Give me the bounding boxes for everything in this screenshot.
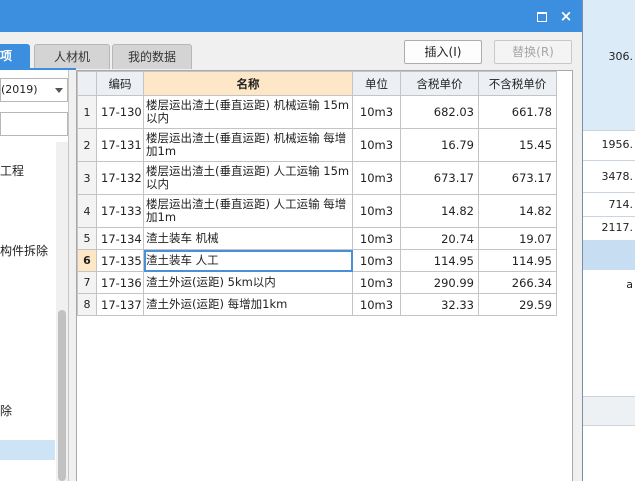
tree-item[interactable]: 构件拆除 xyxy=(0,242,48,259)
unit-cell[interactable]: 10m3 xyxy=(352,194,401,228)
tree-item[interactable]: 除 xyxy=(0,402,12,419)
background-table: 306. 1956. 3478. 714. 2117. a xyxy=(582,0,635,481)
table-row[interactable]: 3 17-132 楼层运出渣土(垂直运距) 人工运输 15m以内 10m3 673.17… xyxy=(77,161,557,195)
code-cell[interactable]: 17-137 xyxy=(96,293,144,316)
code-cell[interactable]: 17-136 xyxy=(96,271,144,294)
name-cell[interactable]: 楼层运出渣土(垂直运距) 人工运输 15m以内 xyxy=(143,161,353,195)
unit-cell[interactable]: 10m3 xyxy=(352,249,401,272)
column-header-unit[interactable]: 单位 xyxy=(352,71,401,96)
tab-my-data[interactable]: 我的数据 xyxy=(112,44,192,69)
library-select-value: (2019) xyxy=(1,83,38,96)
unit-cell[interactable]: 10m3 xyxy=(352,293,401,316)
row-number-cell[interactable]: 8 xyxy=(77,293,97,316)
background-value: 2117. xyxy=(601,221,634,234)
divider xyxy=(582,130,635,131)
table-row[interactable]: 4 17-133 楼层运出渣土(垂直运距) 人工运输 每增加1m 10m3 14.82 1… xyxy=(77,194,557,228)
tax-price-cell[interactable]: 16.79 xyxy=(400,128,479,162)
name-cell[interactable]: 楼层运出渣土(垂直运距) 人工运输 每增加1m xyxy=(143,194,353,228)
background-value: 3478. xyxy=(601,170,634,183)
notax-price-cell[interactable]: 661.78 xyxy=(478,95,557,129)
row-number-cell[interactable]: 7 xyxy=(77,271,97,294)
quota-grid: 编码 名称 单位 含税单价 不含税单价 1 17-130 楼层运出渣土(垂直运距) … xyxy=(76,70,573,481)
table-row[interactable]: 7 17-136 渣土外运(运距) 5km以内 10m3 290.99 266.34 xyxy=(77,271,557,294)
scrollbar-thumb[interactable] xyxy=(58,310,66,481)
query-dialog: × 项 人材机 我的数据 插入(I) 替换(R) (2019) 工程 构件拆除 … xyxy=(0,0,583,481)
tax-price-cell[interactable]: 673.17 xyxy=(400,161,479,195)
left-panel: (2019) 工程 构件拆除 除 xyxy=(0,70,69,481)
insert-button[interactable]: 插入(I) xyxy=(404,40,482,64)
row-number-cell[interactable]: 4 xyxy=(77,194,97,228)
row-number-cell[interactable]: 5 xyxy=(77,227,97,250)
divider xyxy=(582,160,635,161)
background-header-area xyxy=(582,0,635,130)
code-cell[interactable]: 17-133 xyxy=(96,194,144,228)
tree-item[interactable]: 工程 xyxy=(0,162,24,179)
column-header-code[interactable]: 编码 xyxy=(96,71,144,96)
unit-cell[interactable]: 10m3 xyxy=(352,161,401,195)
name-cell[interactable]: 渣土外运(运距) 5km以内 xyxy=(143,271,353,294)
table-row[interactable]: 2 17-131 楼层运出渣土(垂直运距) 机械运输 每增加1m 10m3 16.79 1… xyxy=(77,128,557,162)
row-number-cell[interactable]: 1 xyxy=(77,95,97,129)
tax-price-cell[interactable]: 290.99 xyxy=(400,271,479,294)
code-cell[interactable]: 17-135 xyxy=(96,249,144,272)
unit-cell[interactable]: 10m3 xyxy=(352,95,401,129)
code-cell[interactable]: 17-130 xyxy=(96,95,144,129)
close-icon[interactable]: × xyxy=(558,8,574,24)
notax-price-cell[interactable]: 114.95 xyxy=(478,249,557,272)
unit-cell[interactable]: 10m3 xyxy=(352,271,401,294)
divider xyxy=(582,192,635,193)
notax-price-cell[interactable]: 19.07 xyxy=(478,227,557,250)
notax-price-cell[interactable]: 266.34 xyxy=(478,271,557,294)
dialog-titlebar[interactable]: × xyxy=(0,0,582,32)
divider xyxy=(582,216,635,217)
code-cell[interactable]: 17-131 xyxy=(96,128,144,162)
notax-price-cell[interactable]: 29.59 xyxy=(478,293,557,316)
tree-scrollbar[interactable] xyxy=(56,142,68,481)
background-value: 306. xyxy=(608,50,634,63)
background-toolbar xyxy=(582,396,635,426)
quota-table: 编码 名称 单位 含税单价 不含税单价 1 17-130 楼层运出渣土(垂直运距) … xyxy=(77,71,557,316)
library-select[interactable]: (2019) xyxy=(0,78,68,102)
notax-price-cell[interactable]: 15.45 xyxy=(478,128,557,162)
background-value: 714. xyxy=(608,198,634,211)
notax-price-cell[interactable]: 14.82 xyxy=(478,194,557,228)
corner-cell xyxy=(77,71,97,96)
notax-price-cell[interactable]: 673.17 xyxy=(478,161,557,195)
search-input[interactable] xyxy=(0,112,68,136)
tab-items[interactable]: 项 xyxy=(0,44,30,68)
background-value: a xyxy=(626,278,633,291)
table-row[interactable]: 8 17-137 渣土外运(运距) 每增加1km 10m3 32.33 29.59 xyxy=(77,293,557,316)
unit-cell[interactable]: 10m3 xyxy=(352,227,401,250)
replace-button[interactable]: 替换(R) xyxy=(494,40,572,64)
name-cell[interactable]: 渣土装车 机械 xyxy=(143,227,353,250)
tab-labor-materials[interactable]: 人材机 xyxy=(34,44,110,69)
name-cell[interactable]: 渣土装车 人工 xyxy=(143,249,353,272)
tax-price-cell[interactable]: 32.33 xyxy=(400,293,479,316)
tax-price-cell[interactable]: 20.74 xyxy=(400,227,479,250)
unit-cell[interactable]: 10m3 xyxy=(352,128,401,162)
table-row[interactable]: 5 17-134 渣土装车 机械 10m3 20.74 19.07 xyxy=(77,227,557,250)
row-number-cell[interactable]: 6 xyxy=(77,249,97,272)
name-cell[interactable]: 楼层运出渣土(垂直运距) 机械运输 15m以内 xyxy=(143,95,353,129)
chevron-down-icon[interactable] xyxy=(55,88,63,93)
tax-price-cell[interactable]: 14.82 xyxy=(400,194,479,228)
name-cell[interactable]: 渣土外运(运距) 每增加1km xyxy=(143,293,353,316)
code-cell[interactable]: 17-134 xyxy=(96,227,144,250)
column-header-tax-price[interactable]: 含税单价 xyxy=(400,71,479,96)
tree-selected-item[interactable] xyxy=(0,440,55,460)
name-cell[interactable]: 楼层运出渣土(垂直运距) 机械运输 每增加1m xyxy=(143,128,353,162)
code-cell[interactable]: 17-132 xyxy=(96,161,144,195)
column-header-notax-price[interactable]: 不含税单价 xyxy=(478,71,557,96)
background-value: 1956. xyxy=(601,138,634,151)
column-header-name[interactable]: 名称 xyxy=(143,71,353,96)
maximize-icon[interactable] xyxy=(534,8,550,24)
background-selected-row xyxy=(582,240,635,270)
table-header-row: 编码 名称 单位 含税单价 不含税单价 xyxy=(77,71,557,96)
table-row[interactable]: 6 17-135 渣土装车 人工 10m3 114.95 114.95 xyxy=(77,249,557,272)
tax-price-cell[interactable]: 114.95 xyxy=(400,249,479,272)
row-number-cell[interactable]: 2 xyxy=(77,128,97,162)
tax-price-cell[interactable]: 682.03 xyxy=(400,95,479,129)
table-row[interactable]: 1 17-130 楼层运出渣土(垂直运距) 机械运输 15m以内 10m3 682.03… xyxy=(77,95,557,129)
row-number-cell[interactable]: 3 xyxy=(77,161,97,195)
